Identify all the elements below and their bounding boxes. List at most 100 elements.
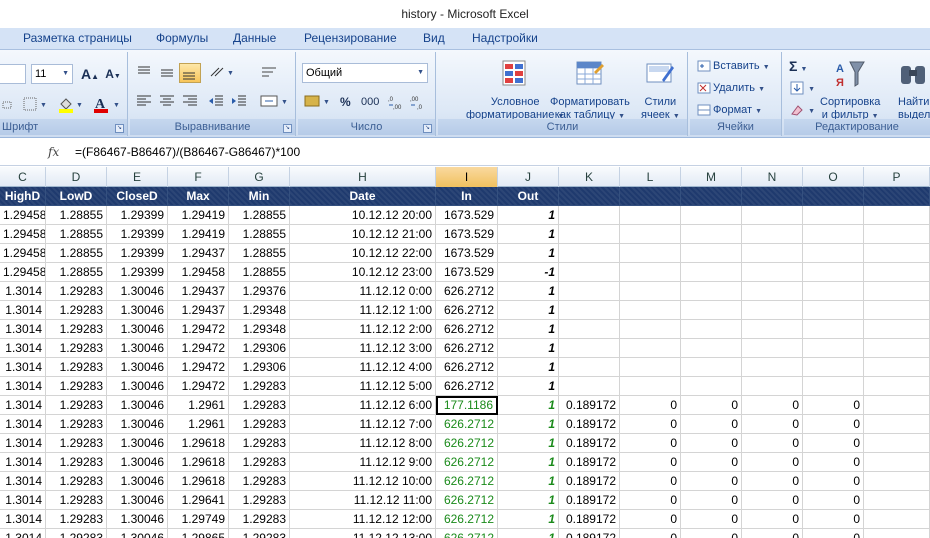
cell[interactable]: 1.29458 xyxy=(0,263,46,282)
cell[interactable]: 1.29283 xyxy=(46,453,107,472)
column-header-i[interactable]: I xyxy=(436,167,498,187)
column-header-e[interactable]: E xyxy=(107,167,168,187)
decrease-decimal-icon[interactable]: ,00,0 xyxy=(408,92,428,112)
cell[interactable]: 0.189172 xyxy=(559,453,620,472)
clear-icon[interactable]: ▼ xyxy=(788,100,820,120)
align-middle-icon[interactable] xyxy=(157,63,177,83)
font-color-icon[interactable]: A ▼ xyxy=(90,94,122,114)
cell[interactable]: 11.12.12 6:00 xyxy=(290,396,436,415)
alignment-dialog-launcher-icon[interactable]: ↘ xyxy=(283,124,292,133)
cell[interactable] xyxy=(742,225,803,244)
cell[interactable]: 1.29399 xyxy=(107,206,168,225)
header-cell[interactable]: Date xyxy=(290,187,436,206)
cell[interactable] xyxy=(559,339,620,358)
cell[interactable]: 11.12.12 8:00 xyxy=(290,434,436,453)
cell[interactable]: 1.29283 xyxy=(229,434,290,453)
cell[interactable]: 1 xyxy=(498,358,559,377)
cell[interactable] xyxy=(620,244,681,263)
cell[interactable]: 1.29749 xyxy=(168,510,229,529)
insert-function-button[interactable]: fx xyxy=(48,142,68,162)
cell[interactable]: 1.29283 xyxy=(46,377,107,396)
header-cell[interactable] xyxy=(803,187,864,206)
cell[interactable]: 0 xyxy=(803,510,864,529)
wrap-text-icon[interactable] xyxy=(258,63,280,83)
cell[interactable] xyxy=(864,244,930,263)
cell[interactable]: 0 xyxy=(620,510,681,529)
cell[interactable] xyxy=(620,263,681,282)
cell[interactable] xyxy=(742,282,803,301)
cell[interactable]: 11.12.12 3:00 xyxy=(290,339,436,358)
cell[interactable]: 1.29283 xyxy=(229,472,290,491)
cell[interactable]: 626.2712 xyxy=(436,510,498,529)
cell[interactable]: 1 xyxy=(498,434,559,453)
cell[interactable] xyxy=(559,301,620,320)
cell[interactable] xyxy=(559,358,620,377)
cell[interactable]: 626.2712 xyxy=(436,339,498,358)
find-select-button[interactable]: Найти выдели xyxy=(898,58,930,122)
cell[interactable]: 1.29419 xyxy=(168,225,229,244)
cell[interactable]: 1.3014 xyxy=(0,453,46,472)
cell[interactable]: 1.29283 xyxy=(229,453,290,472)
cell[interactable]: 1.29419 xyxy=(168,206,229,225)
cell[interactable] xyxy=(620,301,681,320)
cell[interactable] xyxy=(559,206,620,225)
cell[interactable]: 1.30046 xyxy=(107,339,168,358)
cell[interactable]: 1673.529 xyxy=(436,206,498,225)
tab-page-layout[interactable]: Разметка страницы xyxy=(23,31,132,45)
cell[interactable]: 1 xyxy=(498,529,559,538)
cell[interactable]: 1.29641 xyxy=(168,491,229,510)
cell[interactable] xyxy=(681,358,742,377)
cell[interactable]: 1 xyxy=(498,377,559,396)
cell[interactable] xyxy=(803,301,864,320)
cell[interactable] xyxy=(864,396,930,415)
cell[interactable]: 1 xyxy=(498,206,559,225)
cell[interactable]: 1.29283 xyxy=(46,358,107,377)
header-cell[interactable]: Out xyxy=(498,187,559,206)
cell[interactable]: 1.29618 xyxy=(168,453,229,472)
cell[interactable] xyxy=(681,263,742,282)
cell[interactable] xyxy=(803,244,864,263)
cell[interactable]: 1.3014 xyxy=(0,529,46,538)
cell[interactable]: 1.3014 xyxy=(0,377,46,396)
insert-cells-button[interactable]: Вставить ▼ xyxy=(694,56,780,76)
cell[interactable]: 1.30046 xyxy=(107,415,168,434)
underline-icon[interactable] xyxy=(0,94,14,114)
cell[interactable]: 10.12.12 23:00 xyxy=(290,263,436,282)
cell[interactable]: 1.30046 xyxy=(107,491,168,510)
cell[interactable] xyxy=(864,453,930,472)
cell[interactable]: 1.30046 xyxy=(107,377,168,396)
cell[interactable]: 1.3014 xyxy=(0,282,46,301)
cell[interactable]: 1.28855 xyxy=(229,225,290,244)
cell[interactable]: 1.28855 xyxy=(229,206,290,225)
header-cell[interactable] xyxy=(742,187,803,206)
cell[interactable] xyxy=(681,339,742,358)
cell[interactable]: 1.29472 xyxy=(168,358,229,377)
delete-cells-button[interactable]: Удалить ▼ xyxy=(694,78,780,98)
cell[interactable]: 0 xyxy=(742,529,803,538)
cell[interactable]: 1.30046 xyxy=(107,301,168,320)
cell[interactable]: 0 xyxy=(620,415,681,434)
currency-format-icon[interactable]: ▼ xyxy=(302,92,334,112)
cell[interactable]: 626.2712 xyxy=(436,377,498,396)
cell[interactable]: 1.29283 xyxy=(46,472,107,491)
column-header-l[interactable]: L xyxy=(620,167,681,187)
cell[interactable]: 626.2712 xyxy=(436,320,498,339)
cell[interactable]: 11.12.12 4:00 xyxy=(290,358,436,377)
cell[interactable]: 11.12.12 10:00 xyxy=(290,472,436,491)
cell[interactable]: 11.12.12 0:00 xyxy=(290,282,436,301)
cell[interactable]: 1 xyxy=(498,472,559,491)
cell[interactable]: 1.29283 xyxy=(229,377,290,396)
fill-color-icon[interactable]: ▼ xyxy=(55,94,85,114)
cell[interactable]: 1.29283 xyxy=(46,434,107,453)
cell[interactable]: 0 xyxy=(742,453,803,472)
merge-center-icon[interactable]: ▼ xyxy=(258,92,290,112)
cell[interactable] xyxy=(620,358,681,377)
cell[interactable]: 0.189172 xyxy=(559,396,620,415)
cell[interactable] xyxy=(864,358,930,377)
cell[interactable]: 1.3014 xyxy=(0,472,46,491)
cell[interactable]: 10.12.12 20:00 xyxy=(290,206,436,225)
cell[interactable] xyxy=(620,320,681,339)
cell[interactable]: 11.12.12 11:00 xyxy=(290,491,436,510)
font-name-box[interactable] xyxy=(0,64,26,84)
header-cell[interactable]: Max xyxy=(168,187,229,206)
